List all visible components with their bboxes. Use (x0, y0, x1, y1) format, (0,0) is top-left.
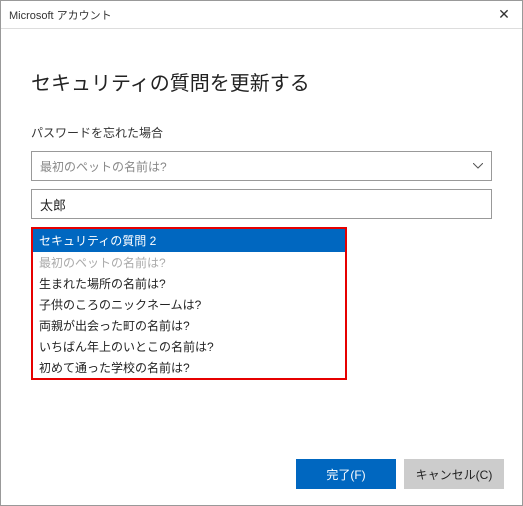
dropdown-option[interactable]: 子供のころのニックネームは? (33, 294, 345, 315)
dropdown-option-disabled: 最初のペットの名前は? (33, 252, 345, 273)
security-question-1-select[interactable]: 最初のペットの名前は? (31, 151, 492, 181)
dropdown-option[interactable]: 両親が出会った町の名前は? (33, 315, 345, 336)
window-title: Microsoft アカウント (9, 7, 486, 23)
close-icon[interactable]: ✕ (486, 1, 522, 29)
subheading: パスワードを忘れた場合 (31, 124, 492, 141)
finish-button[interactable]: 完了(F) (296, 459, 396, 489)
dropdown-option[interactable]: いちばん年上のいとこの名前は? (33, 336, 345, 357)
button-row: 完了(F) キャンセル(C) (296, 459, 504, 489)
content-area: セキュリティの質問を更新する パスワードを忘れた場合 最初のペットの名前は? セ… (1, 29, 522, 380)
dropdown-option[interactable]: 生まれた場所の名前は? (33, 273, 345, 294)
chevron-down-icon (473, 161, 483, 172)
page-title: セキュリティの質問を更新する (31, 67, 492, 96)
security-question-2-dropdown[interactable]: セキュリティの質問 2 最初のペットの名前は? 生まれた場所の名前は? 子供のこ… (31, 227, 347, 380)
answer-1-input[interactable] (31, 189, 492, 219)
titlebar: Microsoft アカウント ✕ (1, 1, 522, 29)
select-placeholder: 最初のペットの名前は? (40, 158, 473, 175)
dropdown-option[interactable]: 初めて通った学校の名前は? (33, 357, 345, 378)
cancel-button[interactable]: キャンセル(C) (404, 459, 504, 489)
dropdown-header[interactable]: セキュリティの質問 2 (33, 229, 345, 252)
